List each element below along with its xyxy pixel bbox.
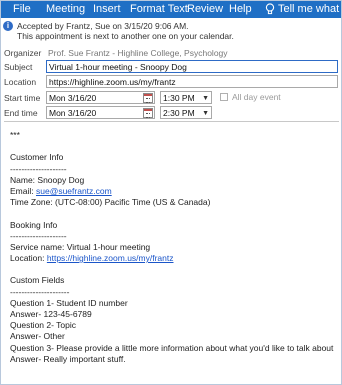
start-date-value: Mon 3/16/20 [49, 93, 97, 103]
start-time-label: Start time [4, 93, 41, 103]
tab-insert[interactable]: Insert [93, 3, 121, 15]
organizer-label: Organizer [4, 48, 42, 58]
start-time-value: 1:30 PM [163, 93, 195, 103]
question-3: Question 3- Please provide a little more… [10, 342, 334, 353]
divider-line: -------------------- [10, 163, 67, 174]
booking-info-heading: Booking Info [10, 219, 58, 230]
subject-field[interactable]: Virtual 1-hour meeting - Snoopy Dog [46, 60, 338, 73]
info-icon: i [3, 21, 13, 31]
customer-name: Name: Snoopy Dog [10, 174, 85, 185]
email-prefix: Email: [10, 185, 36, 196]
divider-line: -------------------- [10, 230, 67, 241]
tab-meeting[interactable]: Meeting [46, 3, 85, 15]
answer-3: Answer- Really important stuff. [10, 353, 126, 364]
tab-file[interactable]: File [13, 3, 31, 15]
lightbulb-icon [265, 3, 275, 15]
subject-label: Subject [4, 62, 33, 72]
start-date-field[interactable]: Mon 3/16/20 [46, 91, 155, 104]
service-name: Service name: Virtual 1-hour meeting [10, 241, 151, 252]
end-time-dropdown[interactable]: 2:30 PM ▼ [160, 106, 212, 119]
zoom-link[interactable]: https://highline.zoom.us/my/frantz [47, 253, 174, 263]
body-divider [4, 121, 339, 122]
end-time-value: 2:30 PM [163, 108, 195, 118]
question-1: Question 1- Student ID number [10, 297, 128, 308]
email-link[interactable]: sue@suefrantz.com [36, 186, 112, 196]
customer-email-line: Email: sue@suefrantz.com [10, 186, 335, 197]
organizer-value: Prof. Sue Frantz - Highline College, Psy… [48, 48, 228, 58]
tab-review[interactable]: Review [187, 3, 223, 15]
customer-timezone: Time Zone: (UTC-08:00) Pacific Time (US … [10, 197, 211, 208]
custom-fields-heading: Custom Fields [10, 275, 65, 286]
answer-2: Answer- Other [10, 331, 65, 342]
tell-me-search[interactable]: Tell me what you w [278, 3, 341, 15]
answer-1: Answer- 123-45-6789 [10, 309, 92, 319]
divider-line: --------------------- [10, 286, 70, 297]
stars-line: *** [10, 130, 20, 140]
accepted-status-text: Accepted by Frantz, Sue on 3/15/20 9:06 … [17, 21, 189, 31]
end-time-label: End time [4, 108, 38, 118]
location-prefix: Location: [10, 253, 47, 264]
info-bar: i Accepted by Frantz, Sue on 3/15/20 9:0… [1, 18, 341, 44]
location-field[interactable]: https://highline.zoom.us/my/frantz [46, 75, 338, 88]
all-day-checkbox[interactable] [220, 93, 228, 101]
customer-info-heading: Customer Info [10, 152, 64, 163]
tab-format-text[interactable]: Format Text [130, 3, 188, 15]
question-2: Question 2- Topic [10, 320, 76, 331]
chevron-down-icon: ▼ [202, 95, 209, 102]
end-date-calendar-icon[interactable] [143, 108, 153, 118]
end-date-value: Mon 3/16/20 [49, 108, 97, 118]
location-label: Location [4, 77, 37, 87]
booking-location-line: Location: https://highline.zoom.us/my/fr… [10, 253, 335, 264]
conflict-notice-text: This appointment is next to another one … [17, 31, 234, 41]
ribbon: File Meeting Insert Format Text Review H… [1, 1, 341, 18]
chevron-down-icon: ▼ [202, 110, 209, 117]
start-date-calendar-icon[interactable] [143, 93, 153, 103]
message-body[interactable]: *** Customer Info -------------------- N… [10, 130, 335, 365]
start-time-dropdown[interactable]: 1:30 PM ▼ [160, 91, 212, 104]
end-date-field[interactable]: Mon 3/16/20 [46, 106, 155, 119]
all-day-label: All day event [232, 92, 281, 102]
appointment-window: File Meeting Insert Format Text Review H… [0, 0, 342, 385]
tab-help[interactable]: Help [229, 3, 252, 15]
